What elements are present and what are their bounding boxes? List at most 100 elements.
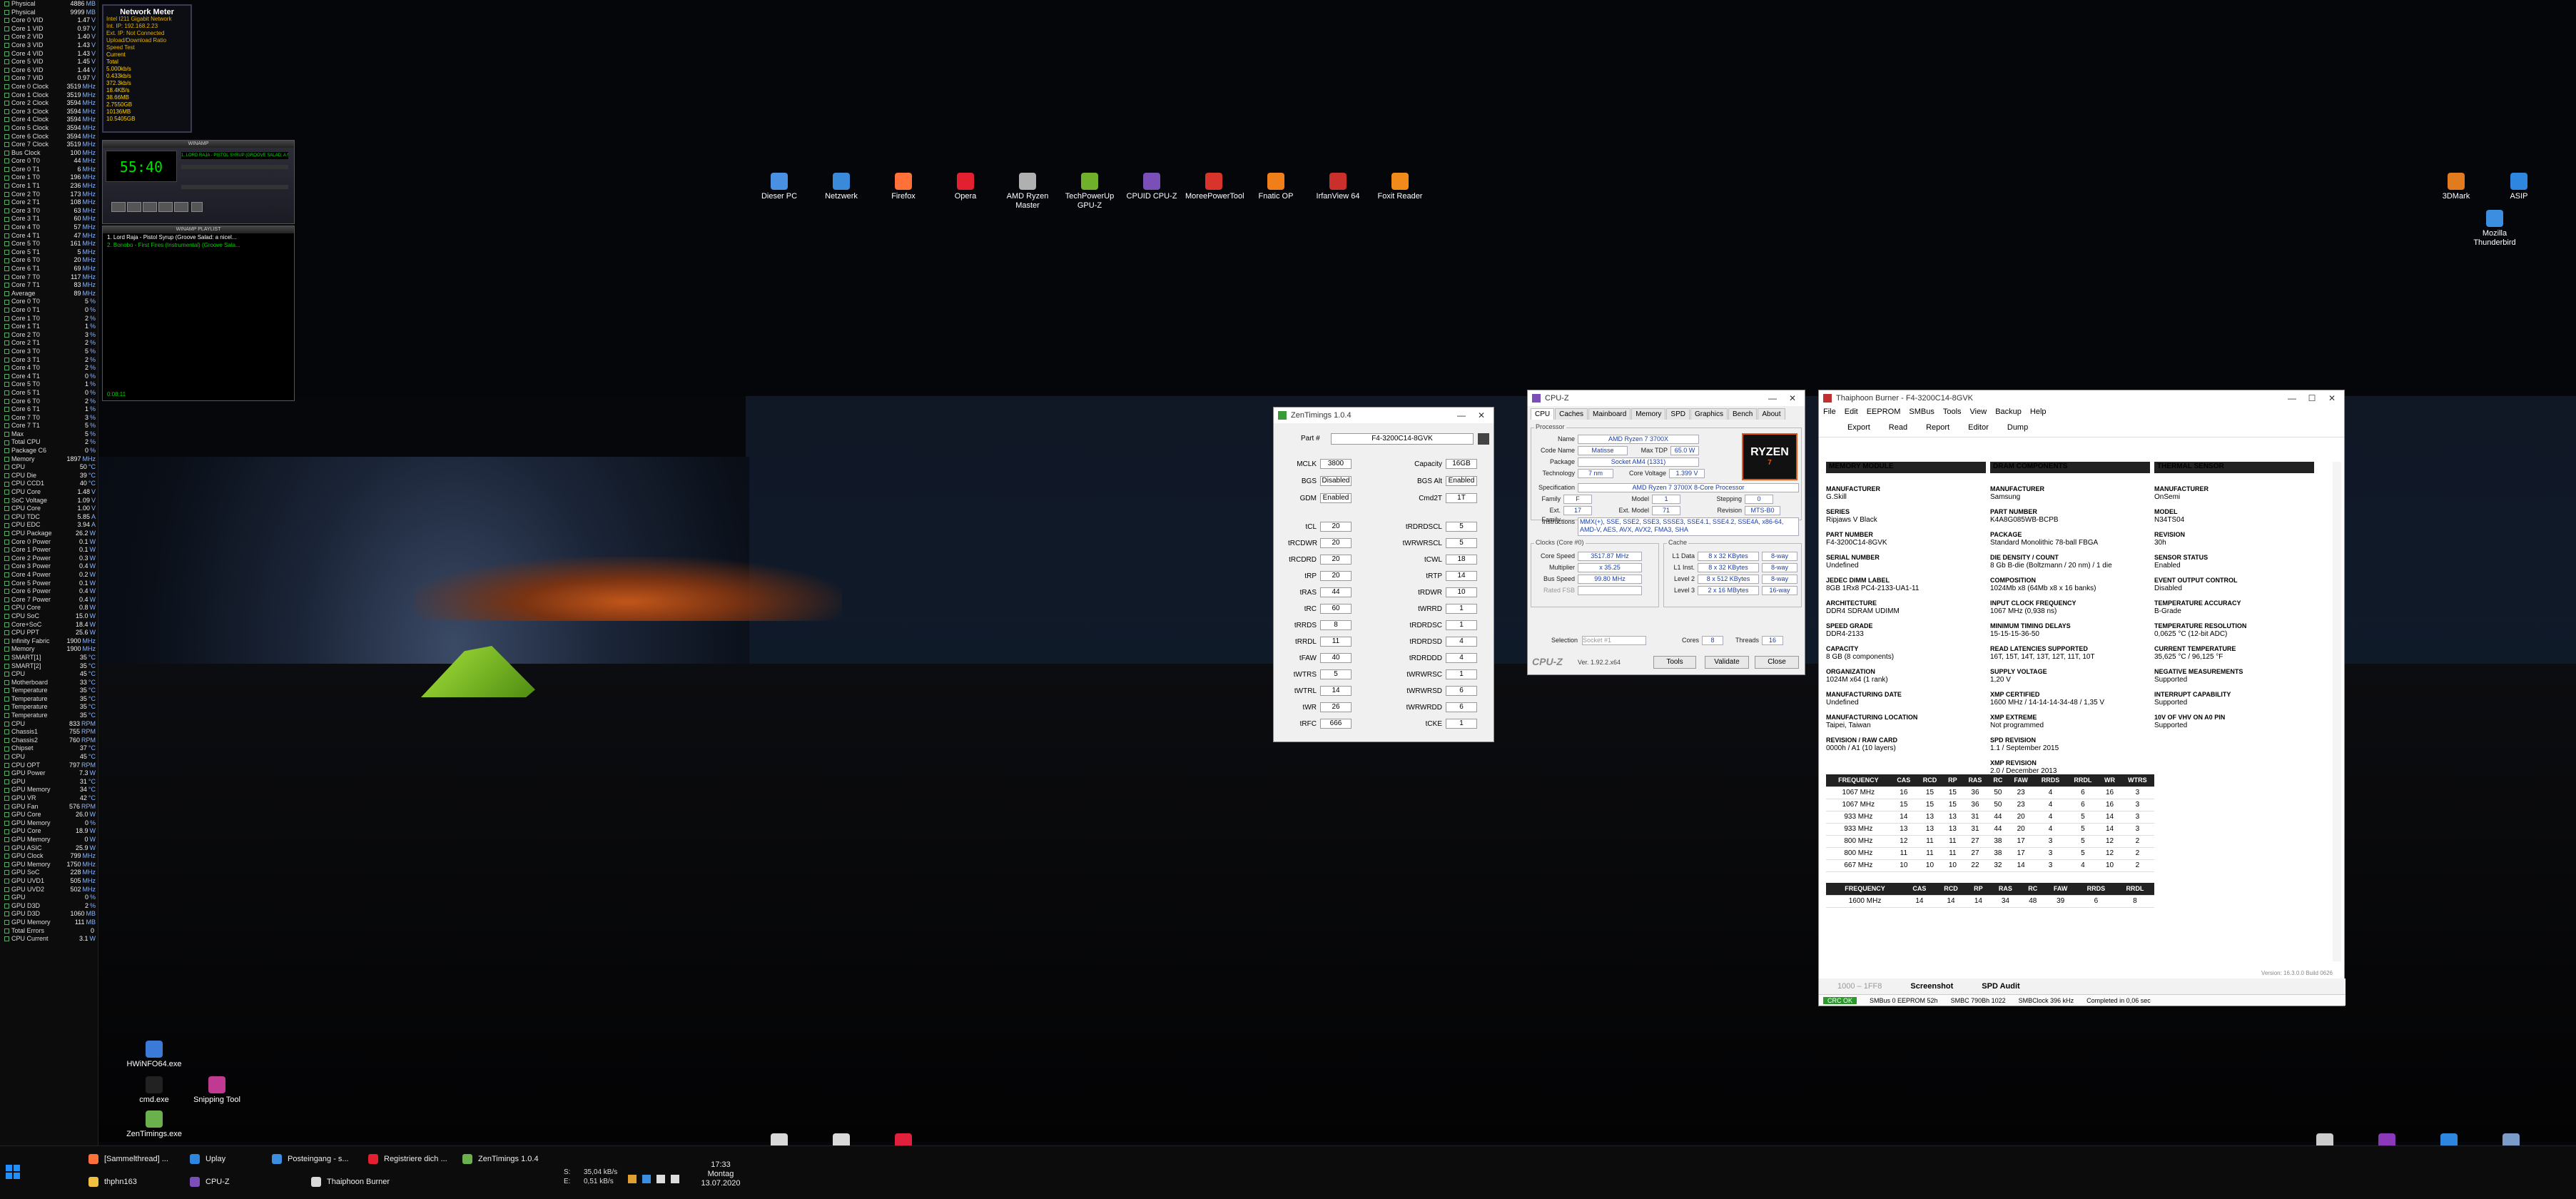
minimize-button[interactable]: — [1765, 393, 1780, 403]
tab-cpu[interactable]: CPU [1531, 408, 1555, 420]
volume-icon[interactable] [671, 1175, 679, 1183]
start-button[interactable] [6, 1165, 20, 1179]
tools-button[interactable]: Tools [1653, 656, 1696, 669]
desktop-icon-left[interactable]: cmd.exe [126, 1076, 183, 1105]
tab-graphics[interactable]: Graphics [1690, 408, 1728, 420]
spd-field: SUPPLY VOLTAGE 1,20 V [1990, 667, 2150, 684]
validate-button[interactable]: Validate [1705, 656, 1749, 669]
desktop-icon-right[interactable]: 3DMark [2428, 173, 2485, 201]
zentimings-window[interactable]: ZenTimings 1.0.4 — ✕ Part # F4-3200C14-8… [1273, 407, 1494, 742]
taskbar-button[interactable]: thphn163 [84, 1173, 137, 1191]
winamp-playlist[interactable]: WINAMP PLAYLIST 1. Lord Raja - Pistol Sy… [102, 226, 295, 401]
winamp-seek-bar[interactable] [181, 185, 288, 189]
table-cell: 14 [2007, 859, 2034, 872]
clock[interactable]: 17:33 Montag 13.07.2020 [699, 1160, 742, 1188]
playlist-titlebar[interactable]: WINAMP PLAYLIST [103, 226, 294, 233]
desktop-icon-left[interactable]: ZenTimings.exe [126, 1111, 183, 1139]
table-cell: 8 [2115, 895, 2154, 908]
toolbar-report-button[interactable]: Report [1926, 423, 1949, 432]
winamp-eject-button[interactable] [191, 202, 203, 212]
desktop-icon-top[interactable]: IrfanView 64 [1309, 173, 1366, 201]
desktop-icon-top[interactable]: Netzwerk [813, 173, 870, 201]
toolbar-read-button[interactable]: Read [1889, 423, 1907, 432]
desktop-icon-right[interactable]: ASIP [2490, 173, 2547, 201]
menu-item-smbus[interactable]: SMBus [1909, 408, 1934, 416]
sensor-name: CPU Current [4, 935, 49, 943]
menu-item-file[interactable]: File [1823, 408, 1836, 416]
winamp-titlebar[interactable]: WINAMP [103, 141, 294, 148]
winamp-volume-slider[interactable] [181, 165, 288, 169]
menu-item-view[interactable]: View [1970, 408, 1987, 416]
cpuz-titlebar[interactable]: CPU-Z — ✕ [1528, 390, 1805, 406]
spd-field-value: 8 GB (8 components) [1826, 653, 1895, 661]
part-number-field[interactable]: F4-3200C14-8GVK [1331, 433, 1474, 445]
sensor-name: CPU CCD1 [4, 480, 44, 488]
desktop-icon-top[interactable]: CPUID CPU-Z [1123, 173, 1180, 201]
tray-icon[interactable] [642, 1175, 651, 1183]
winamp-prev-button[interactable] [111, 202, 126, 212]
toolbar-editor-button[interactable]: Editor [1968, 423, 1989, 432]
close-button[interactable]: ✕ [1785, 393, 1800, 403]
tab-bench[interactable]: Bench [1728, 408, 1758, 420]
playlist-item[interactable]: 1. Lord Raja - Pistol Syrup (Groove Sala… [103, 233, 294, 241]
menu-item-tools[interactable]: Tools [1943, 408, 1962, 416]
sensor-unit: % [89, 388, 96, 396]
winamp-player[interactable]: WINAMP 55:40 1. LORD RAJA - PISTOL SYRUP… [102, 140, 295, 224]
winamp-next-button[interactable] [174, 202, 188, 212]
desktop-icon-left[interactable]: Snipping Tool [188, 1076, 245, 1105]
winamp-stop-button[interactable] [158, 202, 173, 212]
playlist-item[interactable]: 2. Bonobo - First Fires (Instrumental) (… [103, 241, 294, 249]
desktop-icon-left[interactable]: HWiNFO64.exe [126, 1041, 183, 1069]
taskbar-button[interactable]: CPU-Z [186, 1173, 230, 1191]
taskbar-button[interactable]: Uplay [186, 1150, 225, 1168]
winamp-pause-button[interactable] [143, 202, 157, 212]
desktop-icon-top[interactable]: Dieser PC [751, 173, 808, 201]
tab-spd[interactable]: SPD [1666, 408, 1690, 420]
desktop-icon-top[interactable]: Foxit Reader [1371, 173, 1429, 201]
taskbar-button[interactable]: Thaiphoon Burner [307, 1173, 390, 1191]
tab-about[interactable]: About [1758, 408, 1785, 420]
desktop-icon-right[interactable]: Mozilla Thunderbird [2466, 210, 2523, 248]
bottom-tab[interactable]: Screenshot [1910, 982, 1953, 991]
socket-select[interactable]: Socket #1 [1582, 636, 1646, 645]
desktop-icon-top[interactable]: Firefox [875, 173, 932, 201]
thaiphoon-scrollbar[interactable] [2333, 462, 2341, 961]
menu-item-eeprom[interactable]: EEPROM [1867, 408, 1901, 416]
close-button[interactable]: ✕ [2324, 393, 2340, 403]
desktop-icon-top[interactable]: Fnatic OP [1247, 173, 1304, 201]
desktop-icon-top[interactable]: AMD Ryzen Master [999, 173, 1056, 211]
tab-caches[interactable]: Caches [1555, 408, 1588, 420]
thaiphoon-window[interactable]: Thaiphoon Burner - F4-3200C14-8GVK — ☐ ✕… [1818, 390, 2346, 1006]
sensor-row: Core 6 Clock 3594 MHz [0, 133, 98, 141]
taskbar-button[interactable]: ZenTimings 1.0.4 [458, 1150, 539, 1168]
maximize-button[interactable]: ☐ [2304, 393, 2320, 403]
bottom-tab[interactable]: SPD Audit [1982, 982, 2019, 991]
tab-memory[interactable]: Memory [1631, 408, 1666, 420]
menu-item-edit[interactable]: Edit [1845, 408, 1858, 416]
taskbar-button[interactable]: Posteingang - s... [268, 1150, 349, 1168]
close-button[interactable]: ✕ [1474, 410, 1489, 420]
network-icon[interactable] [656, 1175, 665, 1183]
spd-field-label: PACKAGE [1990, 531, 2022, 538]
screenshot-icon[interactable] [1478, 433, 1489, 445]
winamp-play-button[interactable] [127, 202, 141, 212]
taskbar-button[interactable]: [Sammelthread] ... [84, 1150, 168, 1168]
toolbar-dump-button[interactable]: Dump [2007, 423, 2028, 432]
desktop-icon-top[interactable]: MoreePowerTool [1185, 173, 1244, 201]
taskbar-button[interactable]: Registriere dich ... [364, 1150, 447, 1168]
cpuz-window[interactable]: CPU-Z — ✕ CPU Caches Mainboard Memory SPD Gra… [1527, 390, 1805, 675]
thaiphoon-titlebar[interactable]: Thaiphoon Burner - F4-3200C14-8GVK — ☐ ✕ [1819, 390, 2344, 406]
minimize-button[interactable]: — [2284, 393, 2300, 403]
sensor-value: 0.3 W [79, 555, 96, 563]
tray-icon[interactable] [628, 1175, 637, 1183]
tab-mainboard[interactable]: Mainboard [1588, 408, 1631, 420]
desktop-icon-top[interactable]: Opera [937, 173, 994, 201]
menu-item-help[interactable]: Help [2030, 408, 2047, 416]
bottom-tab[interactable]: 1000 – 1FF8 [1837, 982, 1882, 991]
toolbar-export-button[interactable]: Export [1847, 423, 1870, 432]
desktop-icon-top[interactable]: TechPowerUp GPU-Z [1061, 173, 1118, 211]
close-button[interactable]: Close [1755, 656, 1799, 669]
minimize-button[interactable]: — [1454, 410, 1469, 420]
menu-item-backup[interactable]: Backup [1995, 408, 2022, 416]
zentimings-titlebar[interactable]: ZenTimings 1.0.4 — ✕ [1274, 408, 1494, 423]
